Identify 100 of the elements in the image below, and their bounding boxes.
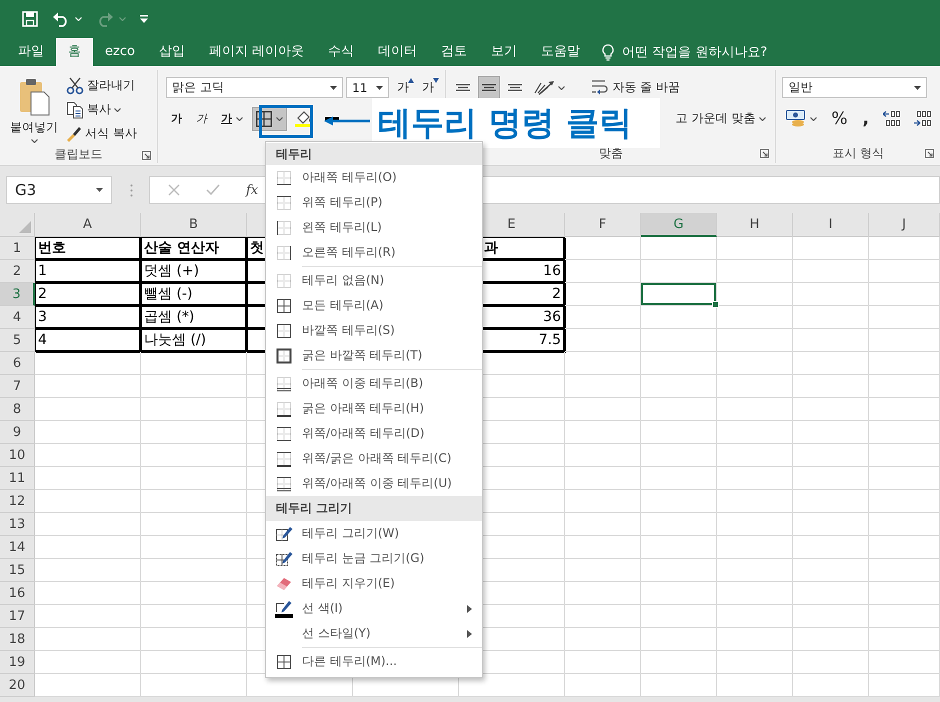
menu-item[interactable]: 위쪽/아래쪽 테두리(D)	[266, 421, 482, 446]
table-cell	[869, 490, 940, 513]
number-format-field[interactable]: 일반	[782, 77, 928, 98]
ribbon-tab[interactable]: 수식	[316, 38, 366, 66]
menu-item[interactable]: 위쪽 테두리(P)	[266, 190, 482, 215]
ribbon-tab[interactable]: 데이터	[366, 38, 430, 66]
caret-icon	[236, 116, 244, 120]
caret-icon	[119, 17, 126, 21]
menu-item[interactable]: 선 스타일(Y)	[266, 621, 482, 646]
ribbon-button[interactable]: %	[826, 106, 853, 130]
row-header[interactable]: 6	[0, 352, 35, 375]
ribbon-button[interactable]: 가	[417, 76, 440, 100]
tell-me-field[interactable]: 어떤 작업을 원하시나요?	[622, 42, 822, 62]
launcher-icon[interactable]	[925, 149, 934, 158]
menu-item[interactable]: 굵은 아래쪽 테두리(H)	[266, 396, 482, 421]
row-header[interactable]: 16	[0, 582, 35, 605]
menu-item[interactable]: 테두리 눈금 그리기(G)	[266, 546, 482, 571]
ribbon-button[interactable]: 복사	[64, 98, 139, 121]
customize-icon[interactable]	[140, 15, 148, 23]
ribbon-tab[interactable]: 보기	[479, 38, 530, 66]
ribbon-button[interactable]: 자동 줄 바꿈	[587, 76, 685, 100]
arrow	[324, 116, 370, 126]
ribbon-tab[interactable]: 파일	[6, 38, 56, 66]
selected-cell[interactable]	[641, 283, 717, 306]
fill-handle[interactable]	[712, 301, 719, 308]
row-header[interactable]: 19	[0, 651, 35, 674]
scissors-icon	[66, 76, 84, 94]
name-box[interactable]: G3	[6, 176, 112, 204]
row-header[interactable]: 7	[0, 375, 35, 398]
row-header[interactable]: 14	[0, 536, 35, 559]
row-header[interactable]: 20	[0, 674, 35, 697]
row-header[interactable]: 3	[0, 283, 35, 306]
column-header[interactable]: H	[717, 213, 793, 237]
column-header[interactable]: F	[565, 213, 641, 237]
row-header[interactable]: 4	[0, 306, 35, 329]
ribbon-button[interactable]: 가	[216, 106, 248, 130]
ribbon-button[interactable]	[478, 76, 500, 100]
table-cell: 번호	[35, 237, 141, 260]
row-header[interactable]: 13	[0, 513, 35, 536]
menu-item[interactable]: 테두리 지우기(E)	[266, 571, 482, 596]
menu-item[interactable]: 아래쪽 이중 테두리(B)	[266, 371, 482, 396]
menu-item[interactable]: 다른 테두리(M)...	[266, 649, 482, 674]
bottom-border-icon	[276, 170, 292, 186]
column-header[interactable]: A	[35, 213, 141, 237]
paste-button[interactable]: 붙여넣기	[6, 74, 62, 145]
ribbon-button[interactable]: 서식 복사	[64, 122, 139, 145]
row-header[interactable]: 2	[0, 260, 35, 283]
pencil-border-icon	[276, 526, 292, 541]
ribbon-tab[interactable]: 삽입	[146, 38, 197, 66]
ribbon-button[interactable]: 가	[392, 76, 414, 100]
left-border-icon	[276, 220, 292, 236]
menu-item[interactable]: 선 색(I)	[266, 596, 482, 621]
ribbon-button[interactable]: 잘라내기	[64, 74, 139, 97]
eraser-icon	[277, 578, 291, 590]
menu-item[interactable]: 아래쪽 테두리(O)	[266, 165, 482, 190]
row-header[interactable]: 8	[0, 398, 35, 421]
menu-item[interactable]: 테두리 그리기(W)	[266, 521, 482, 546]
row-header[interactable]: 5	[0, 329, 35, 352]
table-cell	[869, 559, 940, 582]
ribbon-button[interactable]: 고 가운데 맞춤	[670, 106, 772, 130]
table-cell: 3	[35, 306, 141, 329]
ribbon-button[interactable]: ,	[858, 106, 874, 130]
column-header[interactable]: I	[793, 213, 869, 237]
row-header[interactable]: 15	[0, 559, 35, 582]
row-header[interactable]: 12	[0, 490, 35, 513]
table-cell	[869, 536, 940, 559]
column-header[interactable]: J	[869, 213, 940, 237]
launcher-icon[interactable]	[142, 151, 152, 160]
decrease-decimal-icon	[914, 111, 932, 126]
launcher-icon[interactable]	[760, 149, 770, 158]
column-header[interactable]: B	[141, 213, 247, 237]
text-angle-icon	[534, 80, 554, 95]
ribbon-tab[interactable]: 홈	[56, 38, 93, 66]
row-header[interactable]: 10	[0, 444, 35, 467]
increase-decimal-icon	[883, 111, 901, 126]
ribbon-tab[interactable]: ezco	[93, 38, 147, 66]
row-header[interactable]: 17	[0, 605, 35, 628]
table-cell	[869, 444, 940, 467]
ribbon-tab[interactable]: 도움말	[529, 38, 592, 66]
font-name-field[interactable]: 맑은 고딕	[166, 77, 344, 98]
row-header[interactable]: 1	[0, 237, 35, 260]
save-icon[interactable]	[22, 11, 38, 27]
ribbon-button[interactable]: 가	[166, 106, 188, 130]
ribbon-button[interactable]: 가	[191, 106, 212, 130]
font-size-field[interactable]: 11	[346, 77, 390, 98]
menu-item[interactable]: 위쪽/아래쪽 이중 테두리(U)	[266, 471, 482, 496]
ribbon-tab[interactable]: 검토	[429, 38, 480, 66]
top-thick-bottom-border-icon	[276, 450, 292, 466]
row-header[interactable]: 18	[0, 628, 35, 651]
table-cell	[869, 398, 940, 421]
top-border-icon	[276, 194, 292, 210]
row-header[interactable]: 11	[0, 467, 35, 490]
menu-item[interactable]: 위쪽/굵은 아래쪽 테두리(C)	[266, 446, 482, 471]
pen-color-icon	[275, 600, 293, 618]
insert-function-button[interactable]: fx	[246, 182, 258, 198]
column-header[interactable]: G	[641, 213, 717, 237]
table-cell	[869, 352, 940, 375]
wrap-text-icon	[592, 80, 608, 95]
row-header[interactable]: 9	[0, 421, 35, 444]
ribbon-tab[interactable]: 페이지 레이아웃	[196, 38, 316, 66]
